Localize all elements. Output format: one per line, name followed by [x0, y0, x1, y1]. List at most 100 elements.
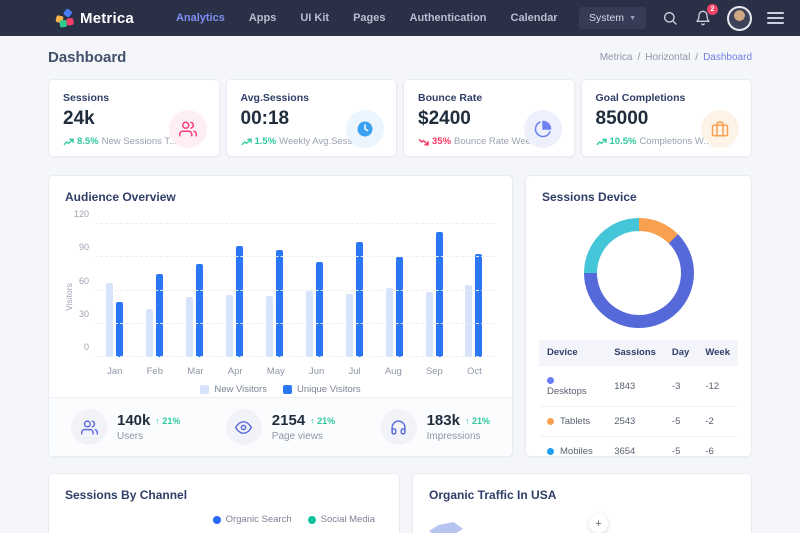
- legend-label: New Visitors: [214, 384, 267, 395]
- table-row-mobiles: Mobiles3654-5-6: [539, 437, 738, 458]
- device-day: -5: [664, 437, 697, 458]
- legend-item-organic-search[interactable]: Organic Search: [213, 514, 292, 525]
- bar-group-mar[interactable]: [186, 224, 203, 357]
- legend-item-social-media[interactable]: Social Media: [308, 514, 375, 525]
- device-sessions: 1843: [606, 366, 664, 407]
- x-tick-label: Jun: [309, 366, 324, 377]
- legend-item-unique-visitors[interactable]: Unique Visitors: [283, 384, 361, 395]
- legend-item-new-visitors[interactable]: New Visitors: [200, 384, 267, 395]
- stat-card-bounce-rate: Bounce Rate$240035%Bounce Rate Wee...: [403, 79, 575, 157]
- system-dropdown[interactable]: System ▼: [579, 7, 646, 29]
- device-donut-chart: [584, 218, 694, 328]
- stat-delta: 35%: [432, 136, 451, 147]
- breadcrumb-item[interactable]: Metrica: [600, 52, 633, 63]
- page-content: Dashboard Metrica / Horizontal / Dashboard S…: [0, 36, 800, 533]
- audience-stats-row: 140k↑ 21%Users2154↑ 21%Page views183k↑ 2…: [49, 397, 512, 456]
- legend-label: Organic Search: [226, 514, 292, 525]
- x-tick-label: Apr: [228, 366, 243, 377]
- device-day: -3: [664, 366, 697, 407]
- stat-label: Users: [117, 431, 180, 442]
- gridline: [95, 356, 494, 357]
- search-button[interactable]: [661, 9, 679, 27]
- menu-toggle-button[interactable]: [767, 12, 784, 24]
- device-dot: [547, 377, 554, 384]
- sessions-by-channel-card: Sessions By Channel Organic SearchSocial…: [48, 473, 400, 533]
- stat-delta: ↑ 21%: [155, 416, 180, 426]
- device-table-header: Sassions: [606, 340, 664, 366]
- x-tick-label: Jan: [107, 366, 122, 377]
- sessions-device-title: Sessions Device: [526, 176, 751, 204]
- stat-card-avg-sessions: Avg.Sessions00:181.5%Weekly Avg.Sess...: [226, 79, 398, 157]
- device-name: Mobiles: [560, 446, 593, 457]
- device-sessions: 3654: [606, 437, 664, 458]
- pie-chart-icon: [524, 110, 562, 148]
- trend-up-icon: [63, 138, 74, 146]
- headphones-icon: [381, 409, 417, 445]
- stat-label: Page views: [272, 431, 335, 442]
- bar-group-jun[interactable]: [306, 224, 323, 357]
- nav-item-apps[interactable]: Apps: [249, 12, 277, 24]
- nav-item-analytics[interactable]: Analytics: [176, 12, 225, 24]
- briefcase-icon: [701, 110, 739, 148]
- notifications-button[interactable]: 2: [694, 9, 712, 27]
- bar-group-aug[interactable]: [386, 224, 403, 357]
- x-tick-label: Jul: [348, 366, 360, 377]
- bar-group-jan[interactable]: [106, 224, 123, 357]
- audience-stat-users: 140k ↑ 21% Users: [71, 409, 180, 445]
- legend-label: Social Media: [321, 514, 375, 525]
- legend-label: Unique Visitors: [297, 384, 361, 395]
- trend-up-icon: [241, 138, 252, 146]
- nav-item-pages[interactable]: Pages: [353, 12, 385, 24]
- map-zoom-in-button[interactable]: +: [589, 514, 608, 533]
- bar-group-may[interactable]: [266, 224, 283, 357]
- bar-new-visitors: [346, 294, 353, 357]
- organic-traffic-card: Organic Traffic In USA +: [412, 473, 752, 533]
- bar-new-visitors: [306, 291, 313, 358]
- user-avatar[interactable]: [727, 6, 752, 31]
- stat-label: Sessions: [63, 92, 205, 104]
- page-title: Dashboard: [48, 49, 126, 66]
- breadcrumb-item[interactable]: Horizontal: [645, 52, 690, 63]
- nav-item-ui-kit[interactable]: UI Kit: [300, 12, 329, 24]
- brand-name: Metrica: [80, 10, 134, 27]
- brand-logo[interactable]: Metrica: [56, 10, 134, 27]
- bar-new-visitors: [465, 285, 472, 357]
- breadcrumb-separator: /: [695, 52, 698, 63]
- breadcrumb: Metrica / Horizontal / Dashboard: [600, 52, 752, 63]
- stat-value: 140k: [117, 412, 150, 429]
- nav-item-authentication[interactable]: Authentication: [410, 12, 487, 24]
- breadcrumb-separator: /: [637, 52, 640, 63]
- stat-label: Goal Completions: [596, 92, 738, 104]
- bar-unique-visitors: [396, 257, 403, 357]
- bar-group-jul[interactable]: [346, 224, 363, 357]
- bar-group-sep[interactable]: [426, 224, 443, 357]
- audience-overview-title: Audience Overview: [49, 176, 512, 204]
- bar-unique-visitors: [316, 262, 323, 357]
- device-table-header: Day: [664, 340, 697, 366]
- bar-group-feb[interactable]: [146, 224, 163, 357]
- bar-group-apr[interactable]: [226, 224, 243, 357]
- bar-group-oct[interactable]: [465, 224, 482, 357]
- y-tick-label: 0: [67, 342, 89, 352]
- search-icon: [662, 10, 678, 26]
- x-tick-label: Feb: [147, 366, 163, 377]
- device-name: Tablets: [560, 416, 590, 427]
- bar-new-visitors: [226, 295, 233, 357]
- stat-card-sessions: Sessions24k8.5%New Sessions T...: [48, 79, 220, 157]
- bar-unique-visitors: [116, 302, 123, 357]
- x-tick-label: May: [267, 366, 285, 377]
- x-tick-label: Oct: [467, 366, 482, 377]
- breadcrumb-item[interactable]: Dashboard: [703, 52, 752, 63]
- bar-new-visitors: [146, 309, 153, 357]
- legend-swatch: [308, 516, 316, 524]
- y-axis-label: Visitors: [64, 283, 74, 311]
- top-navbar: Metrica Analytics Apps UI Kit Pages Authenti…: [0, 0, 800, 36]
- nav-item-calendar[interactable]: Calendar: [511, 12, 558, 24]
- stat-value: 2154: [272, 412, 305, 429]
- trend-up-icon: [596, 138, 607, 146]
- device-table-header: Device: [539, 340, 606, 366]
- stat-value: 183k: [427, 412, 460, 429]
- legend-swatch: [200, 385, 209, 394]
- organic-traffic-title: Organic Traffic In USA: [413, 474, 751, 502]
- bar-new-visitors: [426, 292, 433, 357]
